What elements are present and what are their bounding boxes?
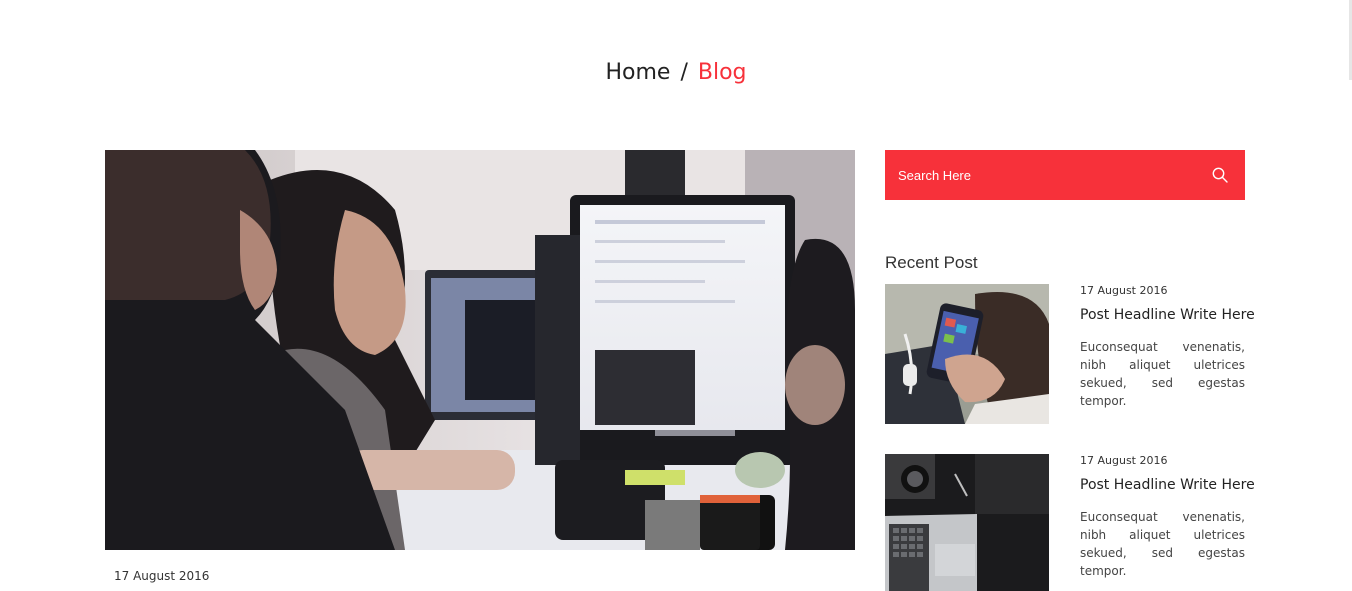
main-post-date: 17 August 2016: [114, 569, 210, 583]
recent-post-item: 17 August 2016 Post Headline Write Here …: [885, 454, 1255, 591]
phone-photo: [885, 284, 1049, 424]
search-bar: [885, 150, 1245, 200]
main-post-image[interactable]: [105, 150, 855, 550]
recent-post-item: 17 August 2016 Post Headline Write Here …: [885, 284, 1255, 424]
breadcrumb: Home / Blog: [0, 58, 1352, 88]
main-post-photo: [105, 150, 855, 550]
recent-post-heading: Recent Post: [885, 253, 978, 272]
recent-post-date: 17 August 2016: [1080, 454, 1168, 467]
search-input[interactable]: [896, 166, 1196, 184]
breadcrumb-separator: /: [680, 60, 688, 85]
recent-post-excerpt: Euconsequat venenatis, nibh aliquet ulet…: [1080, 340, 1245, 408]
laptop-photo: [885, 454, 1049, 591]
recent-post-text: 17 August 2016 Post Headline Write Here …: [1080, 284, 1255, 410]
recent-post-text: 17 August 2016 Post Headline Write Here …: [1080, 454, 1255, 580]
recent-post-thumbnail[interactable]: [885, 454, 1049, 591]
recent-post-headline-link[interactable]: Post Headline Write Here: [1080, 306, 1255, 324]
search-icon[interactable]: [1211, 166, 1229, 184]
breadcrumb-current: Blog: [697, 60, 747, 85]
recent-post-excerpt: Euconsequat venenatis, nibh aliquet ulet…: [1080, 510, 1245, 578]
recent-post-headline-link[interactable]: Post Headline Write Here: [1080, 476, 1255, 494]
recent-post-thumbnail[interactable]: [885, 284, 1049, 424]
recent-post-date: 17 August 2016: [1080, 284, 1168, 297]
blog-page: Home / Blog 17 August 2016 Search Here R…: [0, 0, 1352, 591]
breadcrumb-home-link[interactable]: Home: [605, 60, 670, 85]
